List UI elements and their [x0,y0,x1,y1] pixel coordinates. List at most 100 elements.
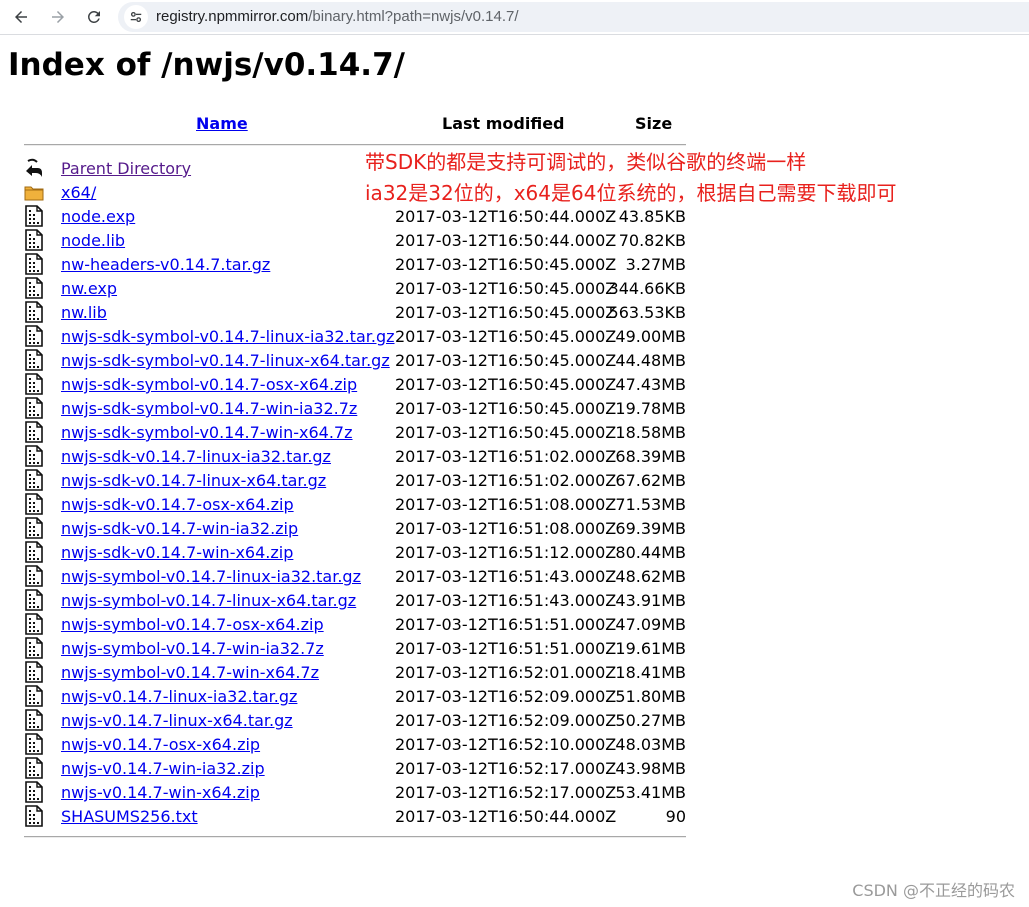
last-modified: 2017-03-12T16:51:08.000Z [395,519,617,538]
table-row: nwjs-symbol-v0.14.7-linux-x64.tar.gz 2017… [0,588,1029,612]
file-icon [24,661,44,683]
table-row: nwjs-sdk-symbol-v0.14.7-win-ia32.7z 2017-… [0,396,1029,420]
last-modified: 2017-03-12T16:52:17.000Z [395,783,617,802]
file-icon [24,637,44,659]
file-icon [24,781,44,803]
last-modified: 2017-03-12T16:51:08.000Z [395,495,617,514]
file-size: 51.80MB [615,687,686,706]
table-row: nwjs-symbol-v0.14.7-win-ia32.7z 2017-03-1… [0,636,1029,660]
file-link[interactable]: nwjs-v0.14.7-linux-x64.tar.gz [61,711,293,730]
file-link[interactable]: nw.lib [61,303,107,322]
file-link[interactable]: node.exp [61,207,135,226]
file-icon [24,205,44,227]
file-icon [24,493,44,515]
table-row: nwjs-v0.14.7-win-ia32.zip 2017-03-12T16:5… [0,756,1029,780]
watermark: CSDN @不正经的码农 [852,881,1015,900]
file-size: 71.53MB [615,495,686,514]
file-link[interactable]: nwjs-symbol-v0.14.7-win-ia32.7z [61,639,324,658]
last-modified: 2017-03-12T16:51:51.000Z [395,615,617,634]
file-icon [24,373,44,395]
file-size: 43.91MB [615,591,686,610]
last-modified: 2017-03-12T16:51:02.000Z [395,471,617,490]
last-modified: 2017-03-12T16:52:01.000Z [395,663,617,682]
file-icon [24,685,44,707]
file-size: 563.53KB [608,303,686,322]
table-row: nwjs-sdk-symbol-v0.14.7-linux-ia32.tar.g… [0,324,1029,348]
last-modified: 2017-03-12T16:51:12.000Z [395,543,617,562]
file-link[interactable]: nwjs-symbol-v0.14.7-linux-x64.tar.gz [61,591,356,610]
file-icon [24,445,44,467]
file-icon [24,397,44,419]
file-size: 69.39MB [615,519,686,538]
column-header-name[interactable]: Name [196,114,248,133]
file-link[interactable]: SHASUMS256.txt [61,807,198,826]
table-row: node.exp 2017-03-12T16:50:44.000Z 43.85KB [0,204,1029,228]
annotation-line-1: 带SDK的都是支持可调试的，类似谷歌的终端一样 [365,150,807,174]
table-row: nw-headers-v0.14.7.tar.gz 2017-03-12T16:5… [0,252,1029,276]
file-link[interactable]: nwjs-sdk-symbol-v0.14.7-linux-ia32.tar.g… [61,327,395,346]
file-size: 68.39MB [615,447,686,466]
file-link[interactable]: node.lib [61,231,125,250]
table-row: nwjs-symbol-v0.14.7-linux-ia32.tar.gz 201… [0,564,1029,588]
file-icon [24,613,44,635]
file-link[interactable]: nwjs-sdk-symbol-v0.14.7-osx-x64.zip [61,375,357,394]
file-link[interactable]: nwjs-v0.14.7-linux-ia32.tar.gz [61,687,297,706]
file-icon [24,253,44,275]
file-link[interactable]: nwjs-v0.14.7-win-x64.zip [61,783,260,802]
file-icon [24,277,44,299]
file-size: 50.27MB [615,711,686,730]
file-icon [24,709,44,731]
file-icon [24,589,44,611]
file-link[interactable]: nwjs-v0.14.7-osx-x64.zip [61,735,260,754]
file-size: 47.43MB [615,375,686,394]
file-link[interactable]: nwjs-sdk-v0.14.7-linux-ia32.tar.gz [61,447,331,466]
file-link[interactable]: nwjs-sdk-v0.14.7-osx-x64.zip [61,495,294,514]
file-link[interactable]: nwjs-sdk-v0.14.7-win-x64.zip [61,543,293,562]
last-modified: 2017-03-12T16:50:45.000Z [395,327,617,346]
footer-divider [24,836,686,838]
file-link[interactable]: nwjs-sdk-v0.14.7-win-ia32.zip [61,519,298,538]
last-modified: 2017-03-12T16:50:45.000Z [395,303,617,322]
file-link[interactable]: Parent Directory [61,159,191,178]
sort-by-name-link[interactable]: Name [196,114,248,133]
file-link[interactable]: nwjs-v0.14.7-win-ia32.zip [61,759,265,778]
last-modified: 2017-03-12T16:51:43.000Z [395,591,617,610]
file-link[interactable]: nwjs-sdk-symbol-v0.14.7-win-x64.7z [61,423,353,442]
last-modified: 2017-03-12T16:50:44.000Z [395,207,617,226]
file-link[interactable]: nwjs-sdk-symbol-v0.14.7-linux-x64.tar.gz [61,351,390,370]
table-row: nwjs-symbol-v0.14.7-win-x64.7z 2017-03-12… [0,660,1029,684]
file-size: 3.27MB [625,255,686,274]
table-row: nwjs-v0.14.7-linux-ia32.tar.gz 2017-03-12… [0,684,1029,708]
file-icon [24,325,44,347]
file-link[interactable]: nwjs-sdk-symbol-v0.14.7-win-ia32.7z [61,399,357,418]
file-size: 53.41MB [615,783,686,802]
back-icon [24,157,44,179]
last-modified: 2017-03-12T16:50:44.000Z [395,807,617,826]
table-row: nwjs-sdk-v0.14.7-win-ia32.zip 2017-03-12T… [0,516,1029,540]
table-row: nwjs-sdk-v0.14.7-osx-x64.zip 2017-03-12T1… [0,492,1029,516]
table-row: nwjs-symbol-v0.14.7-osx-x64.zip 2017-03-1… [0,612,1029,636]
file-icon [24,229,44,251]
table-row: node.lib 2017-03-12T16:50:44.000Z 70.82KB [0,228,1029,252]
file-link[interactable]: nw-headers-v0.14.7.tar.gz [61,255,270,274]
table-row: nwjs-sdk-symbol-v0.14.7-linux-x64.tar.gz… [0,348,1029,372]
file-link[interactable]: nw.exp [61,279,117,298]
file-link[interactable]: x64/ [61,183,96,202]
file-link[interactable]: nwjs-symbol-v0.14.7-linux-ia32.tar.gz [61,567,361,586]
table-row: nw.exp 2017-03-12T16:50:45.000Z 344.66KB [0,276,1029,300]
file-link[interactable]: nwjs-symbol-v0.14.7-win-x64.7z [61,663,319,682]
column-header-size: Size [635,114,673,133]
file-size: 19.78MB [615,399,686,418]
file-icon [24,517,44,539]
file-size: 48.03MB [615,735,686,754]
table-row: nw.lib 2017-03-12T16:50:45.000Z 563.53KB [0,300,1029,324]
directory-listing: Name Last modified Size Parent Directory… [0,0,1029,907]
table-row: nwjs-sdk-v0.14.7-win-x64.zip 2017-03-12T1… [0,540,1029,564]
file-link[interactable]: nwjs-symbol-v0.14.7-osx-x64.zip [61,615,324,634]
file-size: 80.44MB [615,543,686,562]
last-modified: 2017-03-12T16:50:45.000Z [395,423,617,442]
file-size: 70.82KB [618,231,686,250]
file-icon [24,421,44,443]
file-link[interactable]: nwjs-sdk-v0.14.7-linux-x64.tar.gz [61,471,326,490]
file-size: 67.62MB [615,471,686,490]
